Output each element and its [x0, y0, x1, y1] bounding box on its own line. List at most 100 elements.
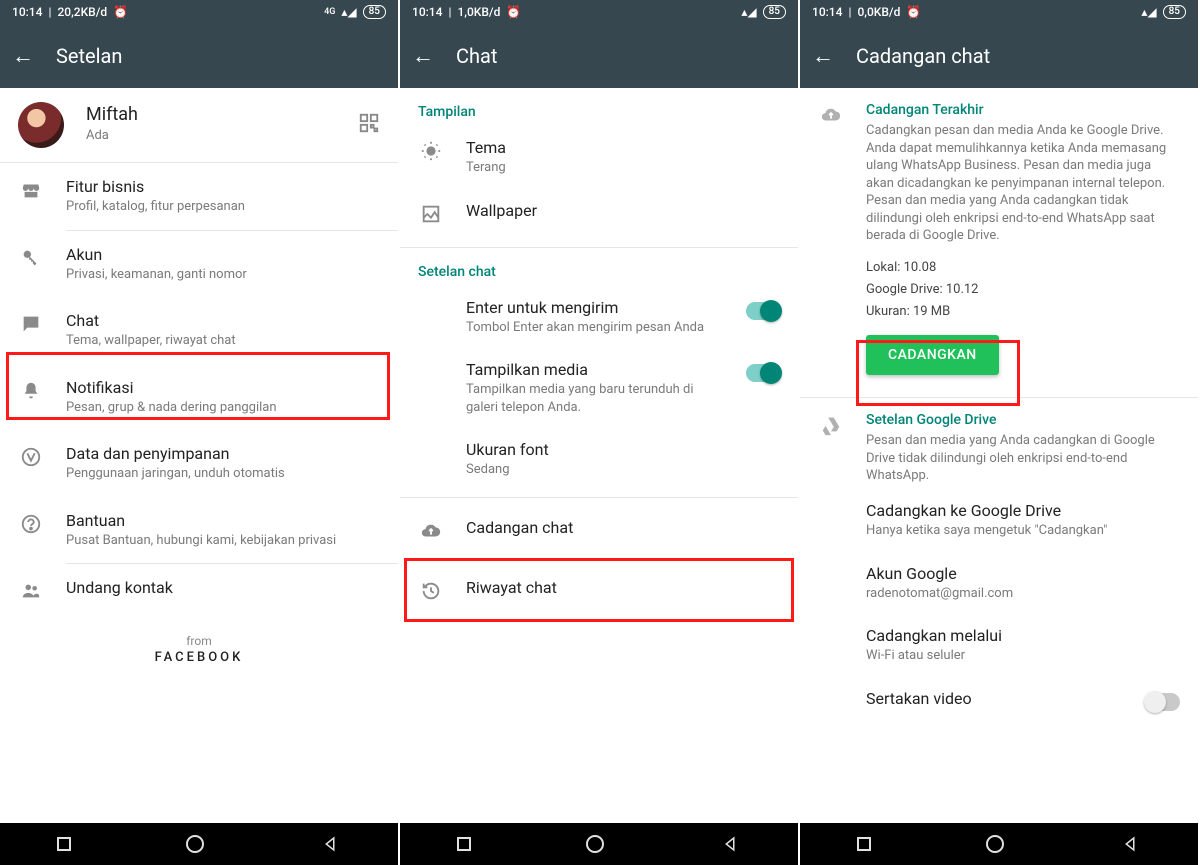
qr-icon[interactable]	[358, 102, 380, 139]
section-gdrive: Setelan Google Drive	[866, 412, 1180, 428]
item-title: Chat	[66, 311, 380, 330]
battery-icon: 85	[363, 5, 386, 19]
backup-item-via[interactable]: Cadangkan melalui Wi-Fi atau seluler	[800, 614, 1198, 677]
nav-back-icon[interactable]	[319, 833, 341, 855]
toggle-enter[interactable]	[746, 302, 780, 320]
settings-item-business[interactable]: Fitur bisnis Profil, katalog, fitur perp…	[0, 163, 398, 230]
nav-recent-icon[interactable]	[857, 837, 871, 851]
page-title: Cadangan chat	[856, 44, 990, 68]
status-time: 10:14	[12, 5, 42, 19]
chat-item-wallpaper[interactable]: Wallpaper	[400, 189, 798, 241]
backup-size: Ukuran: 19 MB	[866, 303, 1180, 321]
section-last-backup: Cadangan Terakhir	[866, 102, 1180, 118]
profile-name: Miftah	[86, 104, 336, 125]
nav-home-icon[interactable]	[186, 835, 204, 853]
data-icon	[20, 446, 42, 472]
item-title: Cadangkan ke Google Drive	[866, 501, 1180, 520]
chat-item-enter[interactable]: Enter untuk mengirim Tombol Enter akan m…	[400, 286, 798, 349]
item-sub: Tombol Enter akan mengirim pesan Anda	[466, 319, 724, 337]
profile-row[interactable]: Miftah Ada	[0, 88, 398, 162]
item-sub: Tampilkan media yang baru terunduh di ga…	[466, 381, 724, 416]
signal-icon: ▴◢	[1141, 5, 1156, 19]
wallpaper-icon	[420, 203, 442, 229]
chat-item-backup[interactable]: Cadangan chat	[400, 498, 798, 566]
item-title: Sertakan video	[866, 689, 1124, 708]
google-drive-icon	[820, 414, 842, 440]
item-title: Akun Google	[866, 564, 1180, 583]
status-bar: 10:14 | 1,0KB/d ⏰ ▴◢ 85	[400, 0, 798, 24]
settings-item-help[interactable]: Bantuan Pusat Bantuan, hubungi kami, keb…	[0, 497, 398, 564]
storefront-icon	[20, 179, 42, 205]
profile-status: Ada	[86, 127, 336, 145]
item-title: Cadangan chat	[466, 518, 780, 537]
item-title: Fitur bisnis	[66, 177, 380, 196]
nav-home-icon[interactable]	[586, 835, 604, 853]
nav-back-icon[interactable]	[719, 833, 741, 855]
battery-icon: 85	[1163, 5, 1186, 19]
screen-settings: 10:14 | 20,2KB/d ⏰ 4G ▴◢ 85 ← Setelan Mi…	[0, 0, 400, 865]
item-title: Enter untuk mengirim	[466, 298, 724, 317]
backup-button[interactable]: CADANGKAN	[866, 335, 999, 375]
page-title: Setelan	[56, 44, 122, 68]
status-time: 10:14	[412, 5, 442, 19]
cloud-upload-icon	[420, 520, 442, 546]
nav-recent-icon[interactable]	[457, 837, 471, 851]
settings-item-notifications[interactable]: Notifikasi Pesan, grup & nada dering pan…	[0, 364, 398, 431]
status-bar: 10:14 | 0,0KB/d ⏰ ▴◢ 85	[800, 0, 1198, 24]
people-icon	[20, 580, 42, 606]
backup-last-section: Cadangan Terakhir Cadangkan pesan dan me…	[800, 88, 1198, 381]
battery-icon: 85	[763, 5, 786, 19]
history-icon	[420, 580, 442, 606]
chat-item-theme[interactable]: Tema Terang	[400, 126, 798, 189]
chat-item-font[interactable]: Ukuran font Sedang	[400, 428, 798, 491]
backup-item-video[interactable]: Sertakan video	[800, 677, 1198, 723]
chat-item-history[interactable]: Riwayat chat	[400, 566, 798, 618]
item-sub: Sedang	[466, 461, 780, 479]
alarm-icon: ⏰	[113, 5, 128, 19]
nav-bar	[0, 823, 398, 865]
back-icon[interactable]: ←	[812, 43, 834, 69]
key-icon	[20, 247, 42, 273]
backup-gdrive: Google Drive: 10.12	[866, 281, 1180, 299]
status-rate: 0,0KB/d	[857, 5, 900, 19]
back-icon[interactable]: ←	[12, 43, 34, 69]
action-bar: ← Setelan	[0, 24, 398, 88]
theme-icon	[420, 140, 442, 166]
toggle-video[interactable]	[1146, 693, 1180, 711]
backup-item-to-drive[interactable]: Cadangkan ke Google Drive Hanya ketika s…	[800, 489, 1198, 552]
screen-chat: 10:14 | 1,0KB/d ⏰ ▴◢ 85 ← Chat Tampilan …	[400, 0, 800, 865]
back-icon[interactable]: ←	[412, 43, 434, 69]
footer-from: from	[0, 620, 398, 650]
item-title: Undang kontak	[66, 578, 380, 597]
chat-icon	[20, 313, 42, 339]
settings-item-account[interactable]: Akun Privasi, keamanan, ganti nomor	[0, 231, 398, 298]
item-sub: Terang	[466, 159, 780, 177]
settings-item-data[interactable]: Data dan penyimpanan Penggunaan jaringan…	[0, 430, 398, 497]
status-rate: 1,0KB/d	[457, 5, 500, 19]
nav-recent-icon[interactable]	[57, 837, 71, 851]
nav-back-icon[interactable]	[1119, 833, 1141, 855]
item-sub: Hanya ketika saya mengetuk "Cadangkan"	[866, 522, 1180, 540]
item-title: Akun	[66, 245, 380, 264]
item-sub: Pesan, grup & nada dering panggilan	[66, 399, 380, 417]
settings-item-invite[interactable]: Undang kontak	[0, 564, 398, 620]
status-bar: 10:14 | 20,2KB/d ⏰ 4G ▴◢ 85	[0, 0, 398, 24]
bell-icon	[20, 380, 42, 406]
signal-icon: ▴◢	[741, 5, 756, 19]
nav-bar	[400, 823, 798, 865]
item-title: Bantuan	[66, 511, 380, 530]
item-sub: Privasi, keamanan, ganti nomor	[66, 266, 380, 284]
item-title: Tampilkan media	[466, 360, 724, 379]
action-bar: ← Chat	[400, 24, 798, 88]
item-title: Ukuran font	[466, 440, 780, 459]
footer-brand: FACEBOOK	[0, 650, 398, 685]
toggle-media[interactable]	[746, 364, 780, 382]
gdrive-section: Setelan Google Drive Pesan dan media yan…	[800, 398, 1198, 489]
nav-home-icon[interactable]	[986, 835, 1004, 853]
last-backup-desc: Cadangkan pesan dan media Anda ke Google…	[866, 122, 1180, 245]
page-title: Chat	[456, 44, 497, 68]
chat-item-media[interactable]: Tampilkan media Tampilkan media yang bar…	[400, 348, 798, 428]
settings-item-chat[interactable]: Chat Tema, wallpaper, riwayat chat	[0, 297, 398, 364]
backup-item-account[interactable]: Akun Google radenotomat@gmail.com	[800, 552, 1198, 615]
avatar	[18, 102, 64, 148]
